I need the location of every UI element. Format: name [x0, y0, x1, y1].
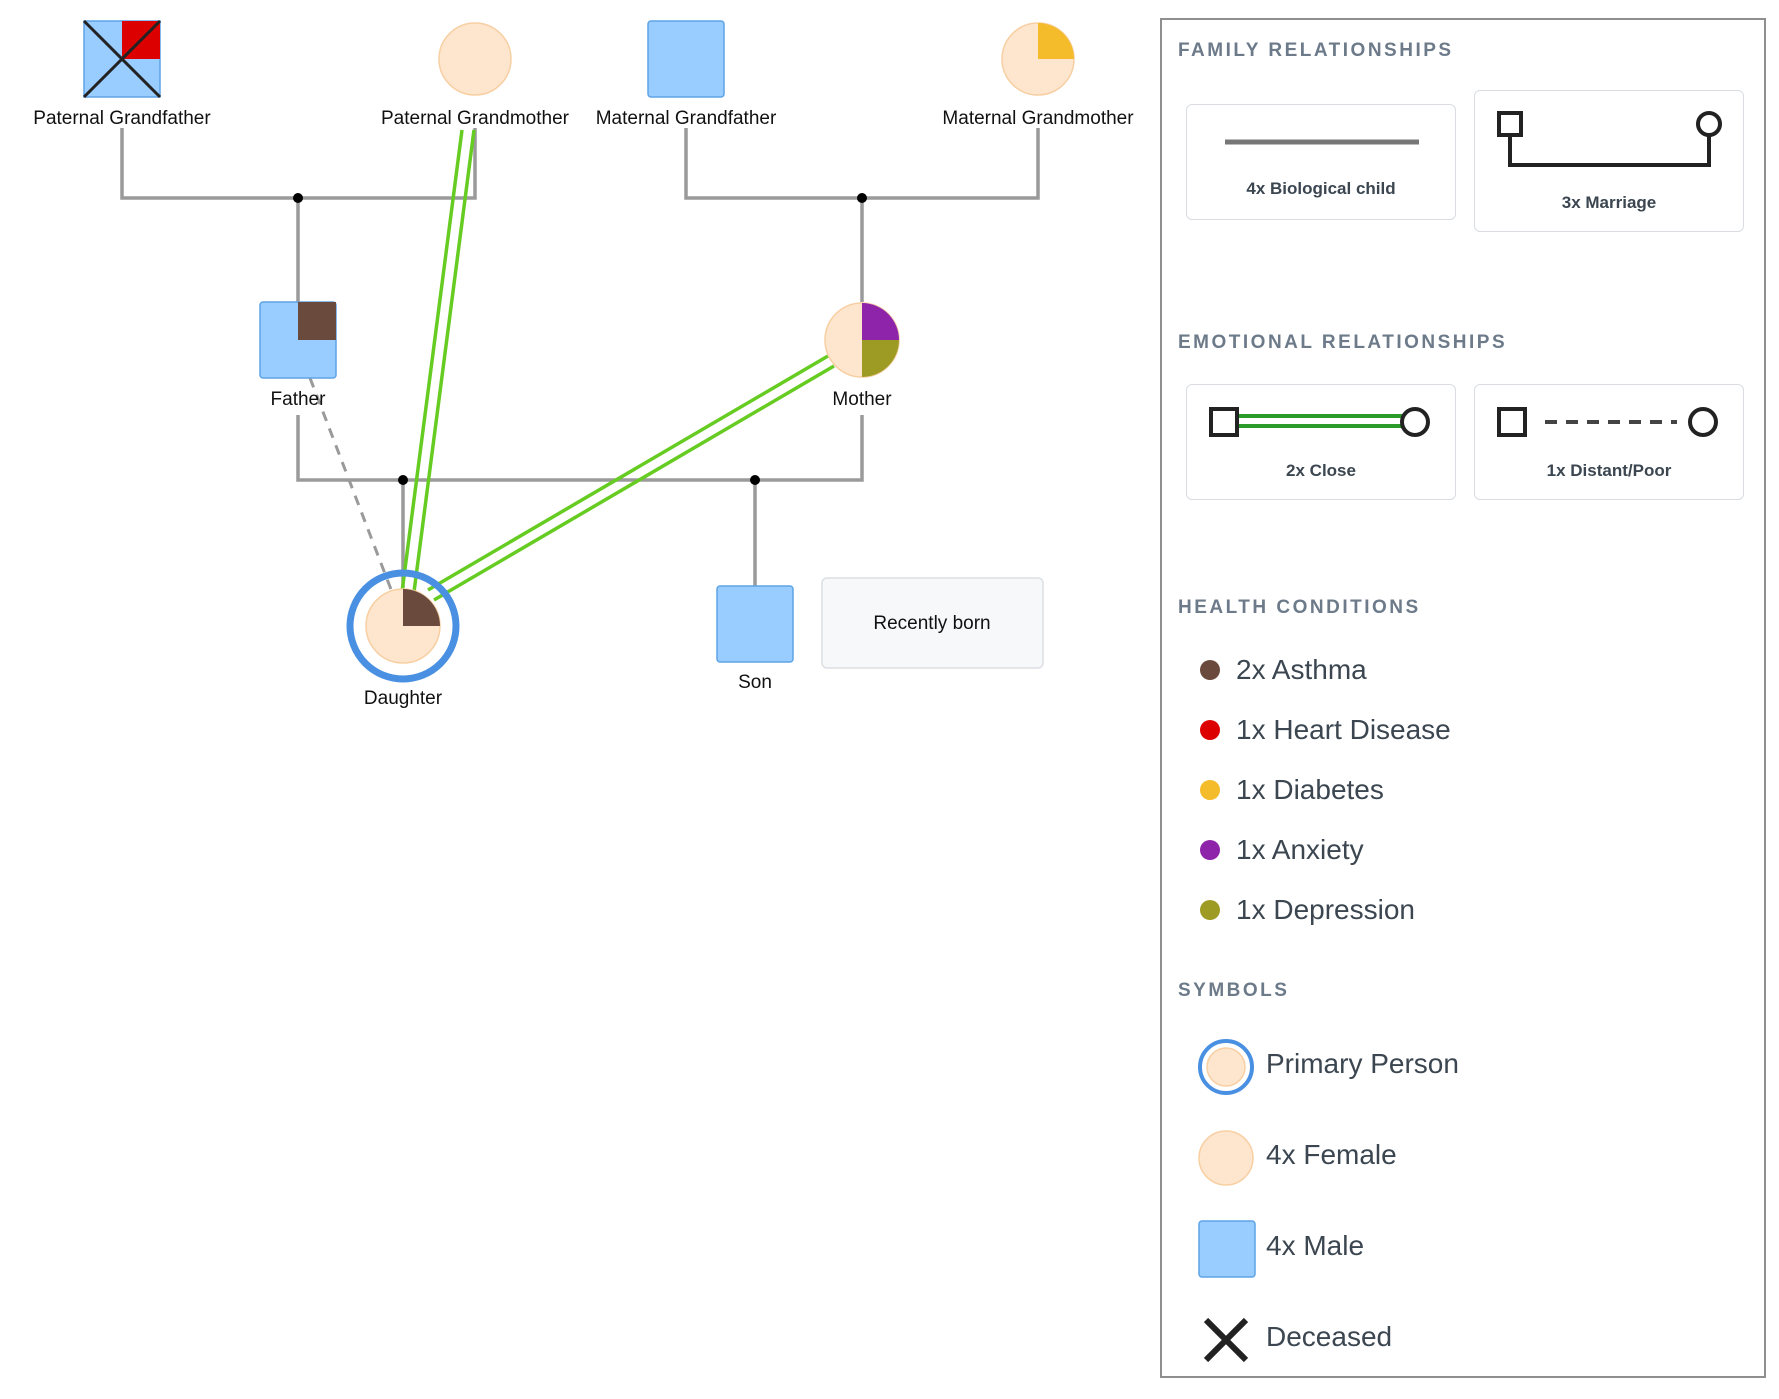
asthma-color-dot: [1200, 660, 1220, 680]
genogram-diagram: Paternal Grandfather Paternal Grandmothe…: [0, 0, 1150, 1394]
person-son[interactable]: Son: [716, 585, 794, 693]
note-text: Recently born: [873, 613, 990, 634]
male-icon: [1198, 1220, 1256, 1278]
marriage-line-parents[interactable]: [296, 415, 864, 482]
marriage-line-paternal[interactable]: [120, 128, 477, 200]
marriage-line-maternal[interactable]: [684, 128, 1040, 200]
person-paternal-grandfather[interactable]: Paternal Grandfather: [33, 19, 211, 129]
emotional-relationships-title: EMOTIONAL RELATIONSHIPS: [1178, 332, 1508, 353]
person-label: Mother: [832, 389, 892, 410]
primary-person-icon: [1198, 1039, 1254, 1095]
close-label: 2x Close: [1286, 461, 1356, 480]
deceased-icon: [1203, 1317, 1249, 1363]
legend-card-biological-child[interactable]: 4x Biological child: [1186, 104, 1456, 220]
anxiety-color-dot: [1200, 840, 1220, 860]
health-condition-label: 2x Asthma: [1236, 654, 1367, 685]
primary-person-label: Primary Person: [1266, 1048, 1459, 1079]
health-condition-label: 1x Heart Disease: [1236, 714, 1451, 745]
person-label: Daughter: [364, 688, 443, 709]
distant-line-icon: [1497, 407, 1718, 437]
depression-color-dot: [1200, 900, 1220, 920]
person-label: Paternal Grandmother: [381, 108, 570, 129]
deceased-label: Deceased: [1266, 1321, 1393, 1352]
symbol-item-deceased: Deceased: [1198, 1308, 1698, 1372]
close-line-mother-daughter[interactable]: [427, 354, 835, 602]
legend-card-distant[interactable]: 1x Distant/Poor: [1474, 384, 1744, 500]
symbol-item-primary: Primary Person: [1198, 1035, 1698, 1099]
person-maternal-grandmother[interactable]: Maternal Grandmother: [942, 22, 1134, 129]
health-condition-label: 1x Diabetes: [1236, 774, 1384, 805]
person-label: Maternal Grandfather: [596, 108, 777, 129]
biological-child-label: 4x Biological child: [1246, 179, 1396, 198]
genogram-canvas: Paternal Grandfather Paternal Grandmothe…: [33, 19, 1134, 709]
person-mother[interactable]: Mother: [824, 302, 900, 410]
junction-dots: [293, 193, 867, 485]
symbols-title: SYMBOLS: [1178, 980, 1290, 1001]
heart-disease-color-dot: [1200, 720, 1220, 740]
health-condition-label: 1x Depression: [1236, 894, 1415, 925]
legend-card-close[interactable]: 2x Close: [1186, 384, 1456, 500]
legend-card-marriage[interactable]: 3x Marriage: [1474, 90, 1744, 232]
person-label: Paternal Grandfather: [33, 108, 211, 129]
person-label: Maternal Grandmother: [942, 108, 1134, 129]
person-paternal-grandmother[interactable]: Paternal Grandmother: [381, 22, 570, 129]
legend-panel: FAMILY RELATIONSHIPS 4x Biological child…: [1160, 18, 1766, 1378]
symbol-item-female: 4x Female: [1198, 1126, 1698, 1190]
person-father[interactable]: Father: [259, 301, 337, 410]
male-label: 4x Male: [1266, 1230, 1365, 1261]
symbol-item-male: 4x Male: [1198, 1217, 1698, 1281]
person-maternal-grandfather[interactable]: Maternal Grandfather: [596, 20, 777, 129]
health-conditions-title: HEALTH CONDITIONS: [1178, 597, 1421, 618]
female-label: 4x Female: [1266, 1139, 1397, 1170]
female-icon: [1198, 1130, 1254, 1186]
distant-label: 1x Distant/Poor: [1546, 461, 1672, 480]
health-condition-label: 1x Anxiety: [1236, 834, 1364, 865]
family-relationships-title: FAMILY RELATIONSHIPS: [1178, 40, 1454, 61]
person-label: Son: [738, 672, 772, 693]
diabetes-color-dot: [1200, 780, 1220, 800]
person-daughter[interactable]: Daughter: [346, 569, 460, 709]
marriage-label: 3x Marriage: [1561, 193, 1657, 212]
distant-line-father-daughter[interactable]: [308, 377, 394, 593]
close-line-icon: [1209, 407, 1430, 437]
note-box[interactable]: Recently born: [821, 577, 1044, 669]
person-label: Father: [271, 389, 327, 410]
biological-child-line-icon: [1225, 139, 1419, 145]
